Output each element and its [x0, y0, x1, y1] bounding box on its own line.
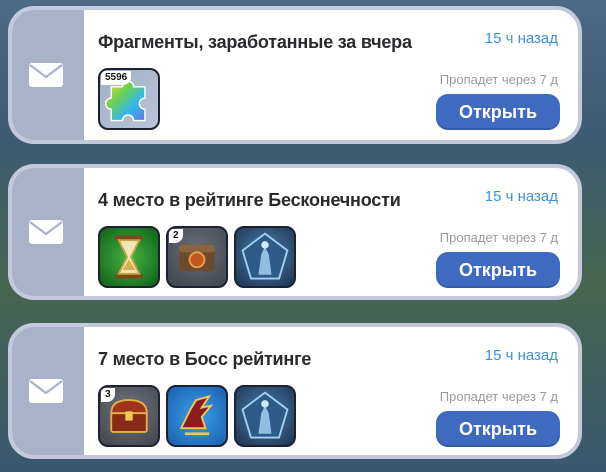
reward-list: 2 [98, 226, 296, 288]
mail-title: 7 место в Босс рейтинге [98, 349, 312, 369]
mail-card[interactable]: 4 место в рейтинге Бесконечности 15 ч на… [8, 164, 582, 300]
mail-card[interactable]: Фрагменты, заработанные за вчера 15 ч на… [8, 6, 582, 144]
mail-time: 15 ч назад [484, 30, 558, 47]
hero-pentagon-icon[interactable] [234, 385, 296, 447]
reward-list: 3 [98, 385, 296, 447]
winged-boots-icon[interactable] [166, 385, 228, 447]
open-button[interactable]: Открыть [436, 252, 560, 288]
open-button[interactable]: Открыть [436, 411, 560, 447]
hero-pentagon-icon[interactable] [234, 226, 296, 288]
envelope-icon [29, 379, 63, 403]
scroll-chest-icon[interactable]: 2 [166, 226, 228, 288]
envelope-panel [12, 10, 84, 140]
mail-title: Фрагменты, заработанные за вчера [98, 32, 412, 52]
envelope-icon [29, 220, 63, 244]
open-button[interactable]: Открыть [436, 94, 560, 130]
mail-expiry: Пропадет через 7 д [439, 389, 558, 404]
hourglass-icon[interactable] [98, 226, 160, 288]
puzzle-fragment-icon[interactable]: 5596 [98, 68, 160, 130]
reward-list: 5596 [98, 68, 160, 130]
mail-card[interactable]: 7 место в Босс рейтинге 15 ч назад 3 Про [8, 323, 582, 459]
mail-time: 15 ч назад [484, 347, 558, 364]
reward-count: 5596 [101, 71, 132, 85]
mail-expiry: Пропадет через 7 д [439, 72, 558, 87]
treasure-chest-icon[interactable]: 3 [98, 385, 160, 447]
envelope-panel [12, 168, 84, 296]
envelope-icon [29, 63, 63, 87]
mail-time: 15 ч назад [484, 188, 558, 205]
mail-expiry: Пропадет через 7 д [439, 230, 558, 245]
mail-title: 4 место в рейтинге Бесконечности [98, 190, 401, 210]
envelope-panel [12, 327, 84, 455]
